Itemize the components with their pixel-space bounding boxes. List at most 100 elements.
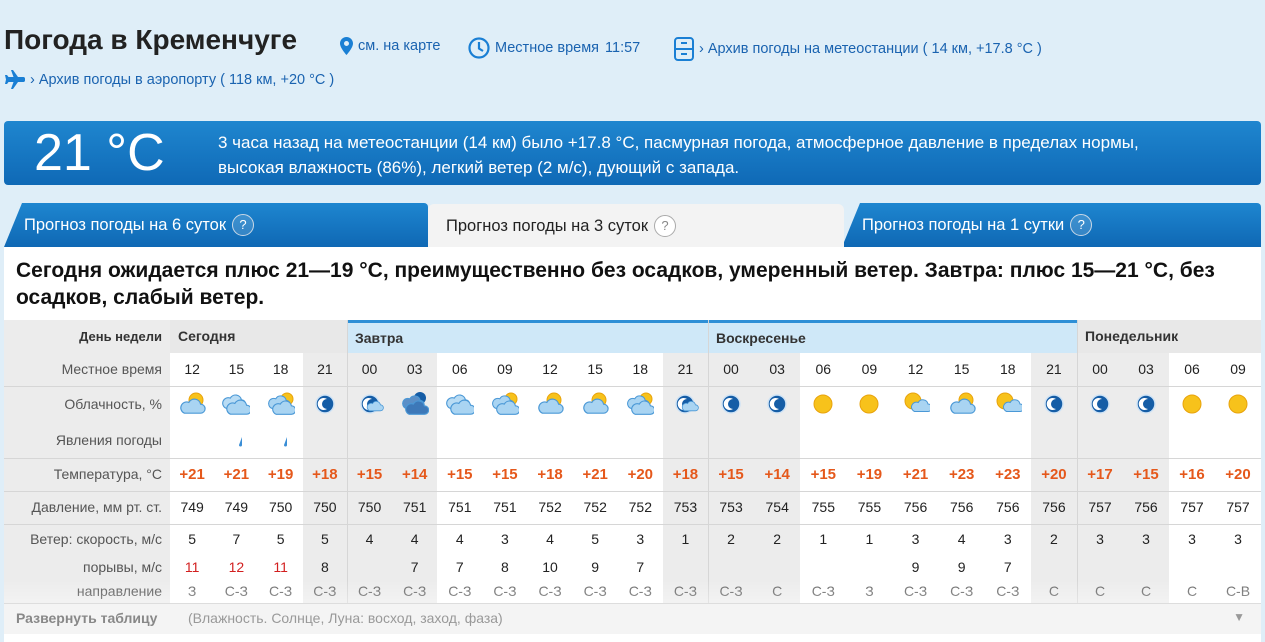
sun-icon <box>855 390 883 418</box>
pressure-cell: 751 <box>448 499 472 515</box>
wind-speed-cell: 1 <box>865 531 874 547</box>
pressure-cell: 755 <box>811 499 835 515</box>
wind-gust-cell <box>1077 554 1123 580</box>
temperature-cell: +20 <box>1041 466 1067 483</box>
wind-direction-cell: С <box>1094 583 1106 599</box>
station-archive-label: › Архив погоды на метеостанции ( 14 км, … <box>699 41 1042 57</box>
clear-night-icon <box>1040 390 1068 418</box>
expand-table-bar[interactable]: Развернуть таблицу (Влажность. Солнце, Л… <box>4 603 1261 634</box>
time-cell: 03 <box>1138 361 1154 377</box>
wind-direction-cell: С-З <box>811 583 835 599</box>
forecast-tabs: Прогноз погоды на 6 суток ? Прогноз пого… <box>4 203 1261 248</box>
time-cell: 18 <box>1000 361 1016 377</box>
wind-speed-cell: 4 <box>365 531 374 547</box>
forecast-summary: Сегодня ожидается плюс 21—19 °C, преимущ… <box>16 259 1215 309</box>
pressure-cell: 756 <box>903 499 928 515</box>
wind-direction-cell: С-З <box>357 583 382 599</box>
forecast-panel: Сегодня ожидается плюс 21—19 °C, преимущ… <box>4 247 1261 642</box>
time-cell: 21 <box>317 361 333 377</box>
pressure-cell: 756 <box>996 499 1020 515</box>
clear-night-icon <box>311 390 339 418</box>
wind-direction-cell: С-З <box>448 583 472 599</box>
pressure-cell: 756 <box>950 499 974 515</box>
wind-direction-cell: С-З <box>719 583 743 599</box>
map-link[interactable]: см. на карте <box>340 37 440 55</box>
cloudy-icon <box>222 390 253 418</box>
wind-gust-cell <box>1031 554 1077 580</box>
row-label-day: День недели <box>4 320 170 353</box>
help-icon[interactable]: ? <box>654 215 677 237</box>
wind-speed-cell: 2 <box>1050 531 1058 547</box>
row-label-phenomena: Явления погоды <box>4 422 170 458</box>
time-cell: 15 <box>587 361 603 377</box>
rain-drop-icon <box>283 434 289 447</box>
time-cell: 09 <box>1230 361 1246 377</box>
wind-speed-cell: 3 <box>1096 531 1104 547</box>
partly-cloudy-day-icon <box>581 390 609 418</box>
row-label-cloud: Облачность, % <box>4 386 170 422</box>
wind-direction-cell: З <box>865 583 874 599</box>
temperature-cell: +17 <box>1087 466 1113 483</box>
airport-archive-link[interactable]: › Архив погоды в аэропорту ( 118 км, +20… <box>4 70 334 90</box>
time-cell: 06 <box>1184 361 1200 377</box>
pressure-cell: 753 <box>673 499 698 515</box>
page-header: Погода в Кременчуге см. на карте Местное… <box>0 0 1265 118</box>
pressure-cell: 752 <box>538 499 562 515</box>
time-cell: 18 <box>632 361 649 377</box>
airplane-icon <box>5 70 25 89</box>
wind-gust-cell: 7 <box>636 559 645 575</box>
mostly-cloudy-day-icon <box>267 390 296 418</box>
station-archive-link[interactable]: › Архив погоды на метеостанции ( 14 км, … <box>674 37 1042 61</box>
time-cell: 00 <box>1092 361 1108 377</box>
partly-cloudy-night-icon <box>356 390 384 418</box>
temperature-cell: +16 <box>1179 466 1205 483</box>
sun-icon <box>1224 390 1252 418</box>
wind-gust-cell: 8 <box>320 559 329 575</box>
time-cell: 21 <box>677 361 694 377</box>
pressure-cell: 750 <box>357 499 382 515</box>
wind-gust-cell: 9 <box>911 559 920 575</box>
wind-direction-cell: С-З <box>269 583 293 599</box>
row-label-gust: порывы, м/с <box>4 554 170 580</box>
tab-1-day[interactable]: Прогноз погоды на 1 сутки ? <box>842 203 1261 247</box>
expand-table-link[interactable]: Развернуть таблицу <box>16 610 157 626</box>
pressure-cell: 756 <box>1134 499 1158 515</box>
local-time-label: Местное время <box>495 40 600 56</box>
time-cell: 06 <box>452 361 468 377</box>
help-icon[interactable]: ? <box>232 214 255 236</box>
wind-gust-cell <box>1169 554 1215 580</box>
tab-3-days[interactable]: Прогноз погоды на 3 суток ? <box>428 204 844 248</box>
wind-speed-cell: 3 <box>1188 531 1196 547</box>
temperature-cell: +15 <box>718 466 744 483</box>
row-label-temp: Температура, °C <box>4 458 170 491</box>
temperature-cell: +15 <box>447 466 473 483</box>
temperature-cell: +23 <box>948 466 975 483</box>
pressure-cell: 752 <box>583 499 607 515</box>
pressure-cell: 749 <box>224 499 249 515</box>
sun-cloud-icon <box>994 390 1025 418</box>
wind-gust-cell <box>347 554 392 580</box>
wind-speed-cell: 1 <box>819 531 828 547</box>
wind-gust-cell: 9 <box>957 559 966 575</box>
wind-direction-cell: С-З <box>583 583 607 599</box>
tab-6-days[interactable]: Прогноз погоды на 6 суток ? <box>4 203 428 247</box>
pressure-cell: 754 <box>765 499 789 515</box>
pressure-cell: 752 <box>628 499 652 515</box>
wind-gust-cell: 7 <box>1003 559 1012 575</box>
wind-speed-cell: 5 <box>188 531 197 547</box>
wind-speed-cell: 4 <box>957 531 966 547</box>
expand-arrow-icon[interactable]: ▼ <box>1233 610 1245 624</box>
help-icon[interactable]: ? <box>1070 214 1093 236</box>
archive-icon <box>674 37 694 61</box>
day-header: Воскресенье <box>708 320 1077 353</box>
wind-gust-cell: 7 <box>455 559 464 575</box>
local-time: Местное время 11:57 <box>468 37 640 59</box>
time-cell: 00 <box>723 361 739 377</box>
time-cell: 21 <box>1046 361 1062 377</box>
wind-speed-cell: 3 <box>501 531 509 547</box>
temperature-cell: +18 <box>312 466 338 483</box>
mostly-cloudy-day-icon <box>626 390 656 418</box>
day-header: Сегодня <box>170 320 347 353</box>
wind-speed-cell: 3 <box>636 531 645 547</box>
pressure-cell: 750 <box>313 499 337 515</box>
